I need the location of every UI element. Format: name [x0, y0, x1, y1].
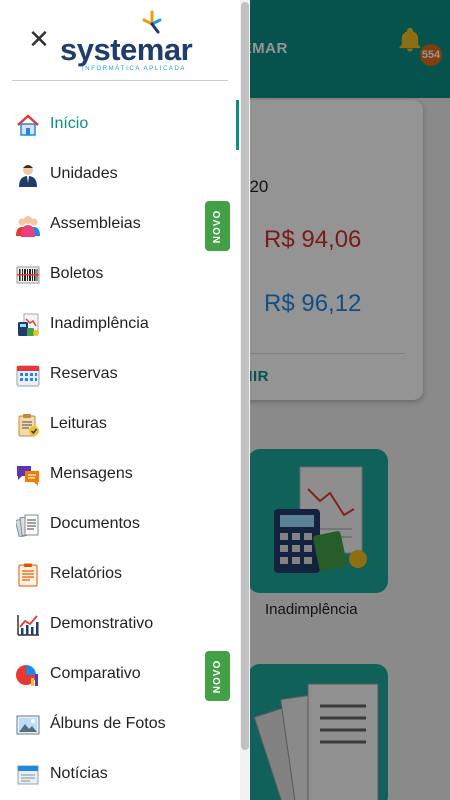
menu-item-documentos[interactable]: Documentos [0, 500, 238, 550]
menu-item-mensagens[interactable]: Mensagens [0, 450, 238, 500]
logo-mark-icon [142, 10, 162, 34]
clipboard-icon [16, 413, 40, 437]
logo-wordmark: systemar [60, 32, 193, 67]
menu-label: Reservas [50, 365, 118, 382]
menu-label: Relatórios [50, 565, 123, 582]
menu-label: Comparativo [50, 665, 141, 682]
close-icon[interactable]: ✕ [26, 26, 52, 52]
systemar-logo: systemar INFORMÁTICA APLICADA [60, 10, 193, 72]
report-icon [16, 563, 40, 587]
drawer-header-divider [12, 80, 228, 81]
debt-icon [16, 313, 40, 337]
news-icon [16, 763, 40, 787]
menu-item-albuns-de-fotos[interactable]: Álbuns de Fotos [0, 700, 238, 750]
logo-tagline: INFORMÁTICA APLICADA [82, 66, 187, 72]
menu-label: Assembleias [50, 215, 141, 232]
menu-item-assembleias[interactable]: Assembleias NOVO [0, 200, 238, 251]
menu-item-inicio[interactable]: Início [0, 100, 238, 150]
chat-icon [16, 463, 40, 487]
menu-item-comparativo[interactable]: Comparativo NOVO [0, 650, 238, 701]
line-chart-icon [16, 613, 40, 637]
drawer-menu: Início Unidades Assembleias NOVO Boletos [0, 100, 238, 800]
menu-item-demonstrativo[interactable]: Demonstrativo [0, 600, 238, 650]
menu-item-leituras[interactable]: Leituras [0, 400, 238, 450]
person-icon [16, 163, 40, 187]
photo-icon [16, 713, 40, 737]
menu-item-noticias[interactable]: Notícias [0, 750, 238, 800]
group-icon [16, 213, 40, 237]
menu-label: Documentos [50, 515, 140, 532]
menu-item-relatorios[interactable]: Relatórios [0, 550, 238, 600]
menu-label: Boletos [50, 265, 104, 282]
menu-label: Inadimplência [50, 315, 149, 332]
menu-label: Álbuns de Fotos [50, 715, 166, 732]
menu-item-unidades[interactable]: Unidades [0, 150, 238, 200]
house-icon [16, 113, 40, 137]
menu-label: Unidades [50, 165, 118, 182]
menu-item-reservas[interactable]: Reservas [0, 350, 238, 400]
menu-label: Demonstrativo [50, 615, 154, 632]
menu-label: Início [50, 115, 89, 132]
calendar-icon [16, 363, 40, 387]
new-badge: NOVO [205, 201, 230, 251]
barcode-icon [16, 263, 40, 287]
active-item-indicator [236, 100, 239, 150]
menu-label: Mensagens [50, 465, 133, 482]
pie-chart-icon [16, 663, 40, 687]
menu-item-inadimplencia[interactable]: Inadimplência [0, 300, 238, 350]
menu-label: Leituras [50, 415, 107, 432]
menu-item-boletos[interactable]: Boletos [0, 250, 238, 300]
navigation-drawer: ✕ systemar INFORMÁTICA APLICADA Início U… [0, 0, 250, 800]
new-badge: NOVO [205, 651, 230, 701]
documents-icon [16, 513, 40, 537]
drawer-scrollbar-thumb[interactable] [241, 2, 249, 750]
menu-label: Notícias [50, 765, 108, 782]
